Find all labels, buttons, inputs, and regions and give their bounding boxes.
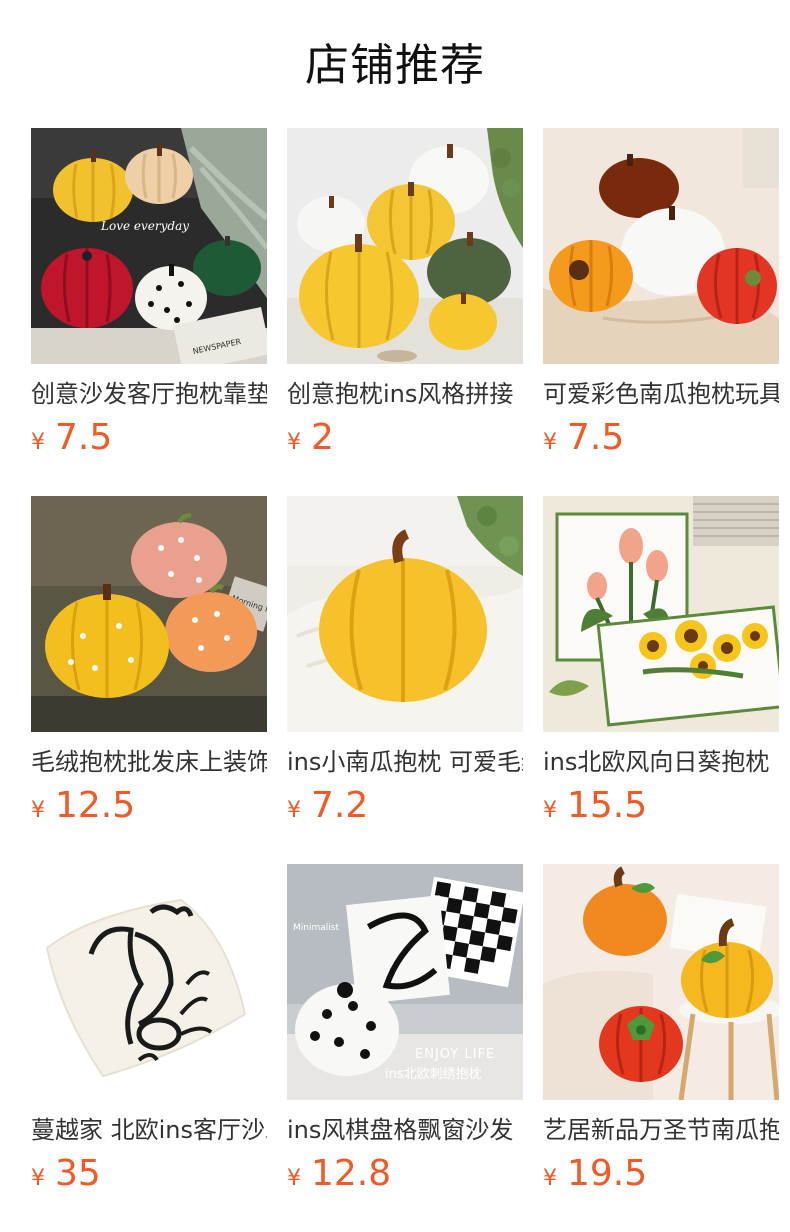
price-value: 19.5 [567, 1153, 648, 1194]
product-price: ¥15.5 [543, 784, 647, 828]
product-name[interactable]: 创意沙发客厅抱枕靠垫 [31, 376, 267, 412]
product-name[interactable]: ins北欧风向日葵抱枕 [543, 744, 779, 780]
price-value: 12.5 [55, 785, 136, 826]
product-name[interactable]: ins风棋盘格飘窗沙发 [287, 1112, 523, 1148]
product-image[interactable]: Morning News [31, 496, 267, 732]
product-card[interactable]: 蔓越家 北欧ins客厅沙发 ¥35 [31, 864, 267, 1194]
recommend-header: 店铺推荐 [0, 0, 790, 128]
currency-symbol: ¥ [31, 1166, 45, 1191]
product-image[interactable] [31, 864, 267, 1100]
currency-symbol: ¥ [31, 430, 45, 455]
product-card[interactable]: 可爱彩色南瓜抱枕玩具 ¥7.5 [543, 128, 779, 458]
price-value: 15.5 [567, 785, 648, 826]
product-name[interactable]: 可爱彩色南瓜抱枕玩具 [543, 376, 779, 412]
page-title: 店铺推荐 [305, 40, 485, 91]
currency-symbol: ¥ [543, 430, 557, 455]
product-price: ¥35 [31, 1152, 101, 1196]
product-image[interactable] [287, 128, 523, 364]
product-card[interactable]: Minimalist ENJOY LIFE ins北欧刺绣抱枕 ins风棋盘格飘… [287, 864, 523, 1194]
currency-symbol: ¥ [543, 1166, 557, 1191]
product-price: ¥19.5 [543, 1152, 647, 1196]
product-price: ¥2 [287, 416, 334, 460]
product-name[interactable]: 创意抱枕ins风格拼接 [287, 376, 523, 412]
product-card[interactable]: 创意抱枕ins风格拼接 ¥2 [287, 128, 523, 458]
product-card[interactable]: 艺居新品万圣节南瓜抱枕 ¥19.5 [543, 864, 779, 1194]
currency-symbol: ¥ [543, 798, 557, 823]
price-value: 7.5 [567, 417, 625, 458]
product-card[interactable]: ins小南瓜抱枕 可爱毛绒 ¥7.2 [287, 496, 523, 826]
product-image[interactable] [287, 496, 523, 732]
product-price: ¥7.2 [287, 784, 368, 828]
price-value: 2 [311, 417, 334, 458]
price-value: 12.8 [311, 1153, 392, 1194]
product-name[interactable]: ins小南瓜抱枕 可爱毛绒 [287, 744, 523, 780]
product-card[interactable]: Morning News 毛绒抱枕批发床上装饰 ¥12.5 [31, 496, 267, 826]
currency-symbol: ¥ [287, 430, 301, 455]
product-image[interactable] [543, 128, 779, 364]
product-image[interactable] [543, 864, 779, 1100]
thumb-caption: ins北欧刺绣抱枕 [385, 1066, 482, 1082]
product-image[interactable]: Love everyday NEWSPAPER [31, 128, 267, 364]
product-image[interactable]: Minimalist ENJOY LIFE ins北欧刺绣抱枕 [287, 864, 523, 1100]
price-value: 7.2 [311, 785, 369, 826]
product-grid: Love everyday NEWSPAPER 创意沙发客厅抱枕靠垫 ¥7.5 [31, 128, 779, 1194]
price-value: 7.5 [55, 417, 113, 458]
product-card[interactable]: ins北欧风向日葵抱枕 ¥15.5 [543, 496, 779, 826]
product-price: ¥7.5 [543, 416, 624, 460]
price-value: 35 [55, 1153, 101, 1194]
product-name[interactable]: 蔓越家 北欧ins客厅沙发 [31, 1112, 267, 1148]
product-image[interactable] [543, 496, 779, 732]
currency-symbol: ¥ [31, 798, 45, 823]
currency-symbol: ¥ [287, 798, 301, 823]
product-name[interactable]: 艺居新品万圣节南瓜抱枕 [543, 1112, 779, 1148]
product-price: ¥12.5 [31, 784, 135, 828]
thumb-caption: Minimalist [293, 923, 339, 933]
thumb-caption: ENJOY LIFE [415, 1047, 495, 1062]
product-name[interactable]: 毛绒抱枕批发床上装饰 [31, 744, 267, 780]
product-price: ¥7.5 [31, 416, 112, 460]
currency-symbol: ¥ [287, 1166, 301, 1191]
product-price: ¥12.8 [287, 1152, 391, 1196]
product-card[interactable]: Love everyday NEWSPAPER 创意沙发客厅抱枕靠垫 ¥7.5 [31, 128, 267, 458]
thumb-caption: Love everyday [100, 219, 189, 233]
